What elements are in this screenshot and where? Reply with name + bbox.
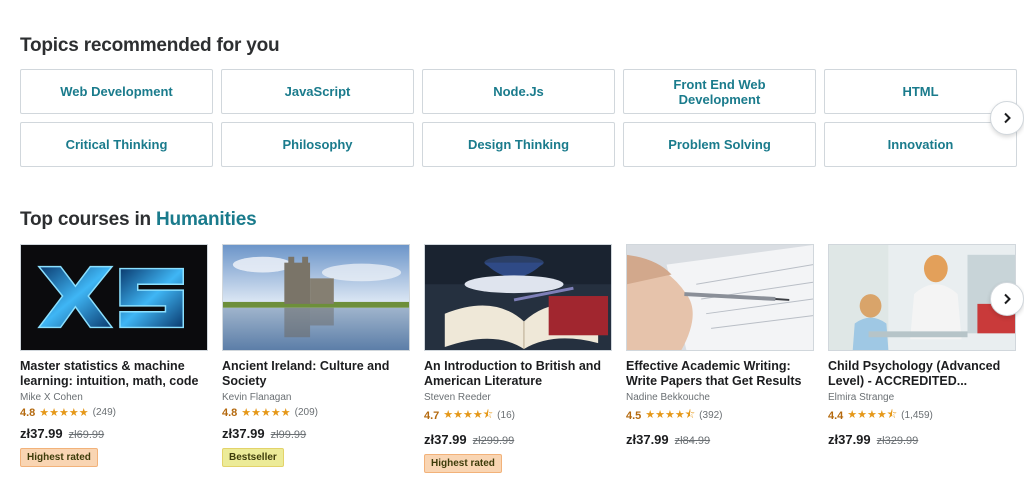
topic-javascript[interactable]: JavaScript — [221, 69, 414, 114]
course-price: zł37.99 zł329.99 — [828, 432, 1016, 447]
current-price: zł37.99 — [222, 426, 265, 441]
course-card[interactable]: Child Psychology (Advanced Level) - ACCR… — [828, 244, 1016, 447]
original-price: zł69.99 — [68, 429, 105, 441]
topic-philosophy[interactable]: Philosophy — [221, 122, 414, 167]
course-thumbnail — [424, 244, 612, 351]
course-title: Ancient Ireland: Culture and Society — [222, 359, 390, 388]
course-author: Elmira Strange — [828, 392, 895, 403]
rating-count: (392) — [699, 410, 723, 421]
rating-score: 4.7 — [424, 409, 440, 422]
course-rating: 4.4 ★★★★⯪ (1,459) — [828, 406, 1016, 425]
chevron-right-icon — [1004, 293, 1011, 305]
topic-critical-thinking[interactable]: Critical Thinking — [20, 122, 213, 167]
topic-design-thinking[interactable]: Design Thinking — [422, 122, 615, 167]
original-price: zł84.99 — [674, 435, 711, 447]
course-title: An Introduction to British and American … — [424, 359, 602, 388]
star-icons: ★★★★⯪ — [443, 409, 494, 421]
course-thumbnail — [828, 244, 1016, 351]
topic-problem-solving[interactable]: Problem Solving — [623, 122, 816, 167]
star-icons: ★★★★⯪ — [645, 409, 696, 421]
star-icons: ★★★★★ — [39, 407, 89, 419]
course-price: zł37.99 zł299.99 — [424, 432, 612, 447]
original-price: zł99.99 — [270, 429, 307, 441]
rating-count: (209) — [294, 407, 318, 418]
rating-count: (16) — [497, 410, 515, 421]
current-price: zł37.99 — [20, 426, 63, 441]
current-price: zł37.99 — [828, 432, 871, 447]
course-thumbnail — [20, 244, 208, 351]
topic-front-end-web-development[interactable]: Front End Web Development — [623, 69, 816, 114]
topic-innovation[interactable]: Innovation — [824, 122, 1017, 167]
course-rating: 4.8 ★★★★★ (209) — [222, 406, 410, 420]
rating-count: (249) — [92, 407, 116, 418]
chevron-right-icon — [1004, 112, 1011, 124]
current-price: zł37.99 — [424, 432, 467, 447]
course-rating: 4.5 ★★★★⯪ (392) — [626, 406, 814, 425]
topic-nodejs[interactable]: Node.Js — [422, 69, 615, 114]
highest-rated-badge: Highest rated — [424, 454, 502, 473]
rating-score: 4.8 — [222, 406, 238, 419]
course-card[interactable]: Master statistics & machine learning: in… — [20, 244, 208, 467]
course-carousel: Master statistics & machine learning: in… — [20, 244, 1024, 481]
course-title: Master statistics & machine learning: in… — [20, 359, 199, 388]
course-rating: 4.7 ★★★★⯪ (16) — [424, 406, 612, 425]
course-title: Child Psychology (Advanced Level) - ACCR… — [828, 359, 1001, 388]
star-icons: ★★★★★ — [241, 407, 291, 419]
course-price: zł37.99 zł69.99 — [20, 426, 208, 441]
course-thumbnail — [222, 244, 410, 351]
rating-score: 4.8 — [20, 406, 36, 419]
course-card[interactable]: An Introduction to British and American … — [424, 244, 612, 473]
star-icons: ★★★★⯪ — [847, 409, 898, 421]
rating-count: (1,459) — [901, 410, 933, 421]
topics-next-button[interactable] — [990, 101, 1024, 135]
topics-title: Topics recommended for you — [20, 35, 280, 56]
course-title: Effective Academic Writing: Write Papers… — [626, 359, 802, 388]
course-price: zł37.99 zł99.99 — [222, 426, 410, 441]
courses-next-button[interactable] — [990, 282, 1024, 316]
topics-grid: Web Development JavaScript Node.Js Front… — [20, 69, 1017, 167]
course-card[interactable]: Effective Academic Writing: Write Papers… — [626, 244, 814, 447]
course-author: Steven Reeder — [424, 392, 491, 403]
courses-title-category-link[interactable]: Humanities — [156, 209, 257, 230]
courses-title: Top courses in Humanities — [20, 209, 257, 231]
course-author: Kevin Flanagan — [222, 392, 292, 403]
course-card[interactable]: Ancient Ireland: Culture and Society Kev… — [222, 244, 410, 467]
topic-html[interactable]: HTML — [824, 69, 1017, 114]
rating-score: 4.5 — [626, 409, 642, 422]
rating-score: 4.4 — [828, 409, 844, 422]
course-author: Nadine Bekkouche — [626, 392, 710, 403]
topic-web-development[interactable]: Web Development — [20, 69, 213, 114]
course-author: Mike X Cohen — [20, 392, 83, 403]
current-price: zł37.99 — [626, 432, 669, 447]
courses-title-prefix: Top courses in — [20, 209, 151, 230]
course-rating: 4.8 ★★★★★ (249) — [20, 406, 208, 420]
original-price: zł299.99 — [472, 435, 515, 447]
highest-rated-badge: Highest rated — [20, 448, 98, 467]
course-price: zł37.99 zł84.99 — [626, 432, 814, 447]
original-price: zł329.99 — [876, 435, 919, 447]
course-thumbnail — [626, 244, 814, 351]
bestseller-badge: Bestseller — [222, 448, 284, 467]
